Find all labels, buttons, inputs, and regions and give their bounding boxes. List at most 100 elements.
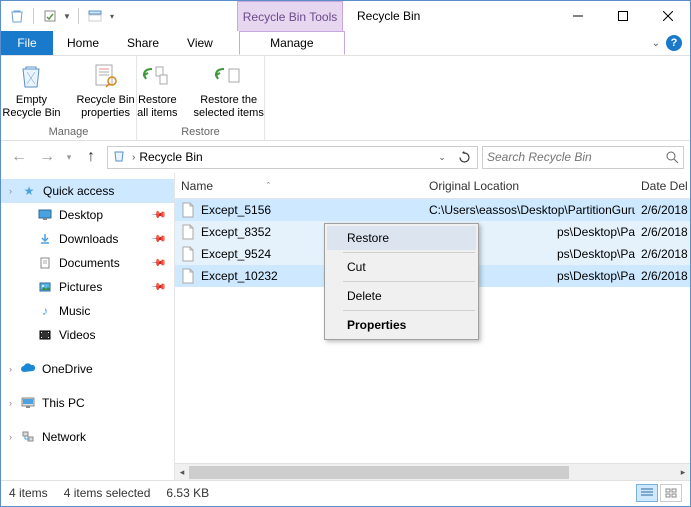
window-title: Recycle Bin (357, 1, 420, 31)
sidebar-item-this-pc[interactable]: › This PC (1, 391, 174, 415)
navigation-sidebar: › ★ Quick access Desktop 📌 Downloads 📌 D… (1, 173, 175, 480)
ribbon-label: Empty Recycle Bin (2, 94, 60, 120)
close-button[interactable] (645, 1, 690, 30)
qat-dropdown-icon[interactable]: ▼ (62, 6, 72, 26)
sidebar-item-desktop[interactable]: Desktop 📌 (1, 203, 174, 227)
search-icon[interactable] (666, 151, 679, 164)
sidebar-item-label: Downloads (59, 232, 118, 246)
cloud-icon (20, 361, 36, 377)
search-box[interactable] (482, 146, 684, 169)
context-menu-cut[interactable]: Cut (327, 255, 476, 279)
search-input[interactable] (487, 150, 666, 164)
tab-file[interactable]: File (1, 31, 53, 55)
nav-up-button[interactable]: ↑ (79, 145, 103, 169)
horizontal-scrollbar[interactable]: ◂ ▸ (175, 463, 690, 480)
sidebar-item-label: Videos (59, 328, 95, 342)
address-bar: ← → ▾ ↑ › Recycle Bin ⌄ (1, 141, 690, 173)
scroll-left-icon[interactable]: ◂ (175, 464, 189, 480)
view-details-button[interactable] (636, 484, 658, 502)
recycle-bin-icon (15, 60, 47, 92)
file-icon (181, 268, 197, 284)
sidebar-item-videos[interactable]: Videos (1, 323, 174, 347)
breadcrumb-dropdown-icon[interactable]: ⌄ (433, 152, 451, 163)
breadcrumb-location[interactable]: Recycle Bin (139, 150, 429, 164)
sidebar-item-documents[interactable]: Documents 📌 (1, 251, 174, 275)
sidebar-item-label: Pictures (59, 280, 102, 294)
file-icon (181, 246, 197, 262)
tab-share[interactable]: Share (113, 31, 173, 55)
qat-customize-icon[interactable] (85, 6, 105, 26)
breadcrumb[interactable]: › Recycle Bin ⌄ (107, 146, 478, 169)
pin-icon: 📌 (149, 231, 166, 248)
quick-access-toolbar: ▼ ▾ (1, 6, 117, 26)
ribbon-label: Restore all items (137, 94, 177, 120)
column-header-location[interactable]: Original Location (429, 179, 635, 193)
restore-selected-icon (213, 60, 245, 92)
refresh-icon[interactable] (455, 151, 473, 164)
chevron-right-icon[interactable]: › (132, 152, 135, 163)
empty-recycle-bin-button[interactable]: Empty Recycle Bin (0, 58, 69, 125)
sidebar-item-label: Music (59, 304, 90, 318)
file-location: C:\Users\eassos\Desktop\PartitionGuru (429, 203, 635, 217)
pin-icon: 📌 (149, 255, 166, 272)
file-name: Except_5156 (201, 203, 271, 217)
sort-ascending-icon: ˆ (267, 181, 270, 191)
maximize-button[interactable] (600, 1, 645, 30)
sidebar-item-label: Quick access (43, 184, 114, 198)
chevron-right-icon: › (9, 364, 12, 374)
sidebar-item-label: This PC (42, 396, 85, 410)
nav-dropdown-icon[interactable]: ▾ (63, 145, 75, 169)
context-menu-properties[interactable]: Properties (327, 313, 476, 337)
scrollbar-thumb[interactable] (189, 466, 569, 479)
sidebar-item-downloads[interactable]: Downloads 📌 (1, 227, 174, 251)
desktop-icon (37, 207, 53, 223)
file-date: 2/6/2018 (635, 247, 690, 261)
view-large-icons-button[interactable] (660, 484, 682, 502)
nav-forward-button[interactable]: → (35, 145, 59, 169)
properties-icon (90, 60, 122, 92)
minimize-button[interactable] (555, 1, 600, 30)
ribbon-group-label: Manage (1, 125, 136, 140)
context-menu: Restore Cut Delete Properties (324, 223, 479, 340)
music-icon: ♪ (37, 303, 53, 319)
titlebar: ▼ ▾ Recycle Bin Tools Recycle Bin (1, 1, 690, 31)
qat-properties-icon[interactable] (40, 6, 60, 26)
sidebar-item-music[interactable]: ♪ Music (1, 299, 174, 323)
tab-home[interactable]: Home (53, 31, 113, 55)
context-menu-restore[interactable]: Restore (327, 226, 476, 250)
ribbon-tabs: File Home Share View Manage ⌄ ? (1, 31, 690, 56)
status-selected-count: 4 items selected (64, 486, 151, 500)
documents-icon (37, 255, 53, 271)
nav-back-button[interactable]: ← (7, 145, 31, 169)
qat-dropdown-icon[interactable]: ▾ (107, 6, 117, 26)
status-item-count: 4 items (9, 486, 48, 500)
column-headers: Name ˆ Original Location Date Del (175, 173, 690, 199)
sidebar-item-onedrive[interactable]: › OneDrive (1, 357, 174, 381)
column-header-date[interactable]: Date Del (635, 179, 690, 193)
table-row[interactable]: Except_5156 C:\Users\eassos\Desktop\Part… (175, 199, 690, 221)
restore-all-icon (141, 60, 173, 92)
chevron-right-icon: › (9, 398, 12, 408)
sidebar-item-label: Network (42, 430, 86, 444)
restore-all-items-button[interactable]: Restore all items (129, 58, 185, 125)
sidebar-item-quick-access[interactable]: › ★ Quick access (1, 179, 174, 203)
context-menu-delete[interactable]: Delete (327, 284, 476, 308)
pc-icon (20, 395, 36, 411)
sidebar-item-label: Documents (59, 256, 120, 270)
column-header-name[interactable]: Name ˆ (175, 179, 429, 193)
scroll-right-icon[interactable]: ▸ (676, 464, 690, 480)
restore-selected-items-button[interactable]: Restore the selected items (186, 58, 272, 125)
ribbon-expand-icon[interactable]: ⌄ (652, 38, 660, 49)
tab-manage[interactable]: Manage (239, 31, 345, 55)
sidebar-item-pictures[interactable]: Pictures 📌 (1, 275, 174, 299)
file-name: Except_8352 (201, 225, 271, 239)
help-icon[interactable]: ? (666, 35, 682, 51)
file-date: 2/6/2018 (635, 225, 690, 239)
ribbon: Empty Recycle Bin Recycle Bin properties… (1, 56, 690, 141)
sidebar-item-label: OneDrive (42, 362, 93, 376)
sidebar-item-label: Desktop (59, 208, 103, 222)
file-date: 2/6/2018 (635, 269, 690, 283)
chevron-right-icon: › (9, 186, 12, 196)
tab-view[interactable]: View (173, 31, 227, 55)
sidebar-item-network[interactable]: › Network (1, 425, 174, 449)
